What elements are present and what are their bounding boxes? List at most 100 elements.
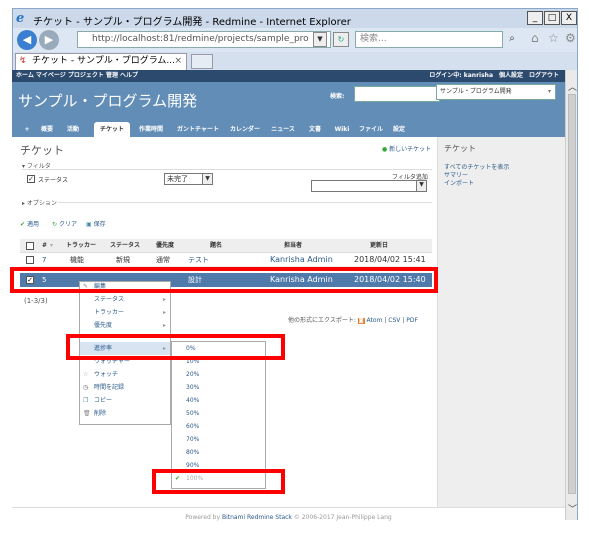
options-legend[interactable]: ▸ オプション bbox=[22, 198, 57, 207]
progress-option-40[interactable]: 40% bbox=[172, 394, 265, 407]
select-all-checkbox[interactable] bbox=[26, 242, 34, 250]
row-assignee[interactable]: Kanrisha Admin bbox=[270, 253, 333, 267]
progress-option-80[interactable]: 80% bbox=[172, 446, 265, 459]
footer-powered-by: Powered by bbox=[185, 514, 221, 521]
page-scrollbar[interactable]: ︿ ﹀ bbox=[565, 70, 578, 520]
project-header: サンプル・プログラム開発 検索: サンプル・プログラム開発 ▾ + 概要 活動 … bbox=[12, 82, 565, 137]
status-filter-checkbox[interactable]: ✓ bbox=[27, 175, 35, 183]
search-icon[interactable]: ⌕ bbox=[505, 32, 519, 47]
home-icon[interactable]: ⌂ bbox=[531, 31, 539, 45]
tab-close-icon[interactable]: × bbox=[174, 54, 182, 69]
save-label: 保存 bbox=[93, 221, 106, 228]
scroll-up-icon[interactable]: ︿ bbox=[568, 80, 577, 93]
footer-product-link[interactable]: Bitnami Redmine Stack bbox=[222, 514, 292, 521]
sidebar: チケット すべてのチケットを表示 サマリー インポート bbox=[437, 137, 565, 507]
window-title: チケット - サンプル・プログラム開発 - Redmine - Internet… bbox=[33, 17, 351, 28]
ctx-watch[interactable]: ☆ ウォッチ bbox=[80, 368, 170, 381]
project-search-input[interactable] bbox=[354, 86, 440, 102]
tab-documents[interactable]: 文書 bbox=[306, 122, 324, 137]
progress-option-70[interactable]: 70% bbox=[172, 433, 265, 446]
feed-icon: ◙ bbox=[357, 318, 365, 324]
tab-new[interactable]: + bbox=[22, 122, 32, 137]
status-operator-select[interactable]: 未完了 ▼ bbox=[164, 173, 213, 185]
forward-icon[interactable]: ▶ bbox=[39, 30, 59, 50]
col-updated[interactable]: 更新日 bbox=[370, 239, 388, 253]
tab-issues[interactable]: チケット bbox=[94, 122, 130, 137]
sidebar-import[interactable]: インポート bbox=[444, 178, 474, 187]
refresh-icon[interactable]: ↻ bbox=[333, 32, 349, 47]
progress-option-30[interactable]: 30% bbox=[172, 381, 265, 394]
tab-gantt[interactable]: ガントチャート bbox=[174, 122, 222, 137]
check-icon: ✔ bbox=[20, 221, 26, 228]
apply-link[interactable]: ✔ 適用 bbox=[20, 219, 39, 228]
tab-settings[interactable]: 設定 bbox=[390, 122, 408, 137]
progress-option-20[interactable]: 20% bbox=[172, 368, 265, 381]
add-icon: ● bbox=[382, 146, 388, 153]
col-status[interactable]: ステータス bbox=[110, 239, 140, 253]
ctx-copy[interactable]: ❐ コピー bbox=[80, 394, 170, 407]
export-atom-link[interactable]: Atom bbox=[367, 317, 383, 324]
tab-calendar[interactable]: カレンダー bbox=[228, 122, 262, 137]
progress-submenu: 0% 10% 20% 30% 40% 50% 60% 70% 80% 90% ✔… bbox=[171, 341, 266, 489]
row-priority: 通常 bbox=[156, 256, 170, 264]
back-icon[interactable]: ◀ bbox=[17, 30, 37, 50]
minimize-button[interactable]: _ bbox=[527, 11, 543, 25]
progress-option-50[interactable]: 50% bbox=[172, 407, 265, 420]
row-checkbox[interactable] bbox=[26, 256, 34, 264]
top-menu-left[interactable]: ホーム マイページ プロジェクト 管理 ヘルプ bbox=[16, 70, 138, 82]
ctx-tracker[interactable]: トラッカー ▸ bbox=[80, 306, 170, 319]
new-tab-button[interactable] bbox=[191, 54, 213, 69]
col-id[interactable]: # bbox=[42, 239, 47, 253]
chevron-right-icon: ▸ bbox=[162, 309, 166, 316]
ie-logo-icon: e bbox=[16, 11, 25, 26]
favorites-star-icon[interactable]: ☆ bbox=[548, 31, 559, 45]
scrollbar-thumb[interactable] bbox=[568, 94, 576, 494]
window-titlebar: e チケット - サンプル・プログラム開発 - Redmine - Intern… bbox=[12, 8, 578, 28]
ctx-status[interactable]: ステータス ▸ bbox=[80, 293, 170, 306]
address-text: http://localhost:81/redmine/projects/sam… bbox=[92, 34, 309, 44]
ctx-delete[interactable]: 🗑 削除 bbox=[80, 407, 170, 420]
top-menu-right[interactable]: ログイン中: kanrisha 個人設定 ログアウト bbox=[429, 70, 559, 82]
highlight-100-percent bbox=[152, 469, 285, 494]
new-issue-link[interactable]: ● 新しいチケット bbox=[382, 144, 431, 153]
maximize-button[interactable]: □ bbox=[544, 11, 560, 25]
ctx-priority[interactable]: 優先度 ▸ bbox=[80, 319, 170, 332]
progress-option-60[interactable]: 60% bbox=[172, 420, 265, 433]
address-input[interactable]: http://localhost:81/redmine/projects/sam… bbox=[77, 31, 331, 48]
chevron-right-icon: ▸ bbox=[162, 322, 166, 329]
search-input[interactable]: 検索... bbox=[355, 31, 503, 48]
apply-label: 適用 bbox=[26, 221, 39, 228]
clear-link[interactable]: ↻ クリア bbox=[52, 219, 77, 228]
export-csv-link[interactable]: CSV bbox=[388, 317, 400, 324]
browser-tab[interactable]: ↯ チケット - サンプル・プログラム... × bbox=[15, 53, 187, 70]
tab-overview[interactable]: 概要 bbox=[38, 122, 56, 137]
gear-icon[interactable]: ⚙ bbox=[565, 31, 576, 45]
issue-count: (1-3/3) bbox=[24, 297, 48, 305]
export-pdf-link[interactable]: PDF bbox=[406, 317, 418, 324]
ctx-log-time[interactable]: ◷ 時間を記録 bbox=[80, 381, 170, 394]
copy-icon: ❐ bbox=[83, 397, 89, 404]
project-jump-select[interactable]: サンプル・プログラム開発 ▾ bbox=[436, 84, 556, 100]
save-link[interactable]: ▣ 保存 bbox=[86, 219, 106, 228]
tab-files[interactable]: ファイル bbox=[358, 122, 384, 137]
col-subject[interactable]: 題名 bbox=[210, 239, 222, 253]
address-dropdown-icon[interactable]: ▼ bbox=[313, 32, 327, 47]
scroll-down-icon[interactable]: ﹀ bbox=[568, 502, 577, 515]
col-assignee[interactable]: 担当者 bbox=[284, 239, 302, 253]
table-row[interactable]: 7 機能 新規 通常 テスト Kanrisha Admin 2018/04/02… bbox=[20, 253, 432, 267]
tab-activity[interactable]: 活動 bbox=[64, 122, 82, 137]
sort-icon: ▾ bbox=[50, 242, 54, 249]
chevron-down-icon: ▼ bbox=[416, 181, 426, 191]
row-subject[interactable]: テスト bbox=[188, 253, 209, 267]
tab-time[interactable]: 作業時間 bbox=[134, 122, 168, 137]
reload-icon: ↻ bbox=[52, 221, 58, 228]
add-filter-select[interactable]: ▼ bbox=[311, 180, 427, 192]
tab-news[interactable]: ニュース bbox=[268, 122, 298, 137]
row-id[interactable]: 7 bbox=[42, 253, 46, 267]
search-label: 検索: bbox=[330, 93, 345, 100]
options-label: オプション bbox=[26, 200, 57, 207]
col-priority[interactable]: 優先度 bbox=[156, 239, 174, 253]
close-button[interactable]: X bbox=[561, 11, 577, 25]
tab-wiki[interactable]: Wiki bbox=[332, 122, 352, 137]
col-tracker[interactable]: トラッカー bbox=[66, 239, 96, 253]
